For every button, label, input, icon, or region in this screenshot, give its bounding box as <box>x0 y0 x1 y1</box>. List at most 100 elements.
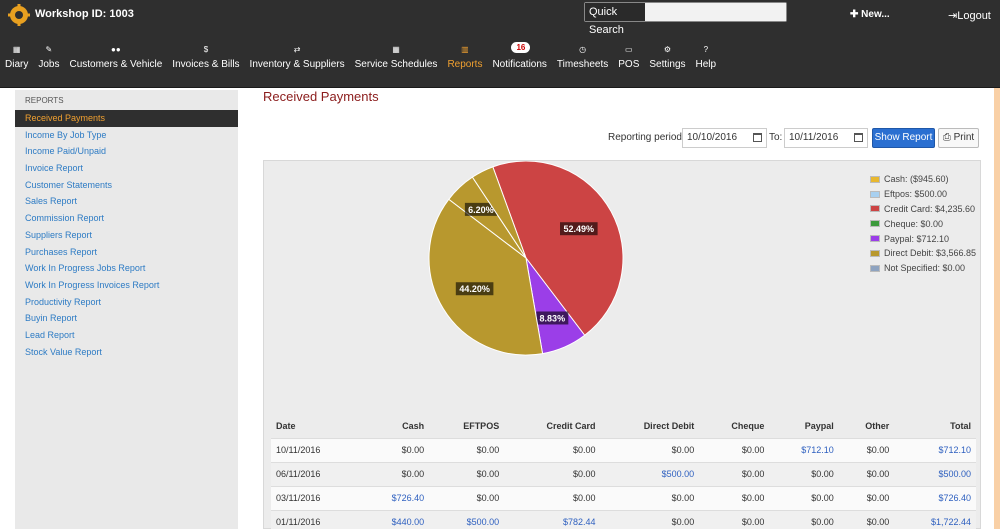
legend-item: Eftpos: $500.00 <box>870 187 976 202</box>
nav-label: Settings <box>649 59 686 70</box>
workshop-logo-icon[interactable] <box>8 4 30 26</box>
legend-item: Cheque: $0.00 <box>870 216 976 231</box>
nav-label: POS <box>618 59 640 70</box>
sidebar-item-income-by-job-type[interactable]: Income By Job Type <box>15 127 238 144</box>
calendar-icon[interactable] <box>753 133 762 142</box>
table-cell: $0.00 <box>600 509 700 529</box>
legend-label: Eftpos: $500.00 <box>884 189 948 200</box>
amount-link[interactable]: $500.00 <box>429 509 505 529</box>
legend-label: Cheque: $0.00 <box>884 218 944 229</box>
legend-label: Credit Card: $4,235.60 <box>884 203 976 214</box>
sidebar-item-productivity-report[interactable]: Productivity Report <box>15 294 238 311</box>
table-cell: $0.00 <box>699 485 770 510</box>
amount-link[interactable]: $782.44 <box>504 509 601 529</box>
date-to-value: 10/11/2016 <box>789 132 839 143</box>
column-header[interactable]: Paypal <box>769 414 838 438</box>
page-scrollbar[interactable] <box>994 88 1000 529</box>
amount-link[interactable]: $500.00 <box>600 461 700 486</box>
table-cell: $0.00 <box>359 437 430 462</box>
sidebar-item-work-in-progress-invoices-report[interactable]: Work In Progress Invoices Report <box>15 277 238 294</box>
column-header[interactable]: Total <box>894 414 976 438</box>
sidebar-item-received-payments[interactable]: Received Payments <box>15 110 238 127</box>
table-cell: $0.00 <box>600 437 700 462</box>
amount-link[interactable]: $726.40 <box>359 485 430 510</box>
amount-link[interactable]: $726.40 <box>894 485 976 510</box>
nav-reports[interactable]: ▥ Reports <box>442 44 487 74</box>
table-cell: $0.00 <box>838 509 895 529</box>
legend-item: Not Specified: $0.00 <box>870 261 976 276</box>
sidebar-item-invoice-report[interactable]: Invoice Report <box>15 160 238 177</box>
question-icon: ? <box>703 45 709 54</box>
column-header[interactable]: Cash <box>360 414 429 438</box>
table-cell: $0.00 <box>769 461 839 486</box>
top-bar: Workshop ID: 1003 Quick Search ✚ New... … <box>0 0 1000 88</box>
nav-service-schedules[interactable]: ▦ Service Schedules <box>350 44 443 74</box>
date-from-value: 10/10/2016 <box>687 132 738 143</box>
plus-icon: ✚ <box>850 9 862 20</box>
column-header[interactable]: Other <box>839 414 894 438</box>
slice-label: 6.20% <box>468 205 494 215</box>
amount-link[interactable]: $712.10 <box>769 437 839 462</box>
column-header[interactable]: EFTPOS <box>429 414 504 438</box>
slice-label: 52.49% <box>564 224 595 234</box>
sidebar-item-work-in-progress-jobs-report[interactable]: Work In Progress Jobs Report <box>15 260 238 277</box>
nav-settings[interactable]: ⚙ Settings <box>644 44 690 74</box>
nav-timesheets[interactable]: ◷ Timesheets <box>552 44 613 74</box>
nav-invoices-bills[interactable]: $ Invoices & Bills <box>167 44 244 74</box>
calendar-icon[interactable] <box>854 133 863 142</box>
amount-link[interactable]: $500.00 <box>894 461 976 486</box>
nav-help[interactable]: ? Help <box>691 44 722 74</box>
nav-pos[interactable]: ▭ POS <box>613 44 644 74</box>
legend-label: Paypal: $712.10 <box>884 233 950 244</box>
table-cell: 03/11/2016 <box>271 485 360 510</box>
logout-label: Logout <box>957 10 991 22</box>
quick-search-input[interactable] <box>645 3 786 21</box>
show-report-button[interactable]: Show Report <box>872 128 935 148</box>
sidebar-item-buyin-report[interactable]: Buyin Report <box>15 310 238 327</box>
print-icon: ⎙ <box>942 132 954 143</box>
table-cell: $0.00 <box>699 509 770 529</box>
nav-customers-vehicle[interactable]: ●● Customers & Vehicle <box>64 44 167 74</box>
date-from-field[interactable]: 10/10/2016 <box>682 128 767 148</box>
nav-jobs[interactable]: ✎ Jobs <box>33 44 64 74</box>
nav-label: Jobs <box>38 59 60 70</box>
column-header[interactable]: Date <box>271 414 360 438</box>
table-cell: 06/11/2016 <box>271 461 360 486</box>
legend-swatch <box>870 235 880 243</box>
sidebar-item-commission-report[interactable]: Commission Report <box>15 210 238 227</box>
logout-button[interactable]: ⇥Logout <box>948 9 991 22</box>
new-button[interactable]: ✚ New... <box>850 9 890 20</box>
sidebar-item-customer-statements[interactable]: Customer Statements <box>15 177 238 194</box>
slice-label: 8.83% <box>540 313 566 323</box>
reporting-period-label: Reporting period: <box>608 132 685 143</box>
column-header[interactable]: Direct Debit <box>600 414 699 438</box>
column-header[interactable]: Credit Card <box>504 414 600 438</box>
amount-link[interactable]: $712.10 <box>894 437 976 462</box>
nav-notifications[interactable]: ℹ16Notifications <box>487 42 551 74</box>
wrench-icon: ✎ <box>45 45 53 54</box>
reports-sidebar: REPORTS Received Payments Income By Job T… <box>15 90 238 529</box>
sidebar-item-sales-report[interactable]: Sales Report <box>15 193 238 210</box>
amount-link[interactable]: $440.00 <box>359 509 430 529</box>
date-to-field[interactable]: 10/11/2016 <box>784 128 868 148</box>
table-cell: $0.00 <box>504 461 601 486</box>
nav-diary[interactable]: ▦ Diary <box>0 44 33 74</box>
new-button-label: New... <box>861 9 890 20</box>
legend-item: Direct Debit: $3,566.85 <box>870 246 976 261</box>
sidebar-item-purchases-report[interactable]: Purchases Report <box>15 244 238 261</box>
print-button[interactable]: ⎙ Print <box>938 128 979 148</box>
logout-icon: ⇥ <box>948 10 958 22</box>
legend-swatch <box>870 190 880 198</box>
table-cell: $0.00 <box>429 437 505 462</box>
sidebar-item-income-paid-unpaid[interactable]: Income Paid/Unpaid <box>15 143 238 160</box>
sidebar-item-stock-value-report[interactable]: Stock Value Report <box>15 344 238 361</box>
amount-link[interactable]: $1,722.44 <box>894 509 976 529</box>
column-header[interactable]: Cheque <box>699 414 769 438</box>
sidebar-item-suppliers-report[interactable]: Suppliers Report <box>15 227 238 244</box>
nav-label: Customers & Vehicle <box>69 59 163 70</box>
table-cell: $0.00 <box>838 461 895 486</box>
table-row: 06/11/2016 $0.00 $0.00 $0.00 $500.00 $0.00 $0.… <box>271 461 976 486</box>
nav-inventory-suppliers[interactable]: ⇄ Inventory & Suppliers <box>245 44 350 74</box>
chart-legend: Cash: ($945.60) Eftpos: $500.00 Credit Car… <box>870 172 976 276</box>
sidebar-item-lead-report[interactable]: Lead Report <box>15 327 238 344</box>
